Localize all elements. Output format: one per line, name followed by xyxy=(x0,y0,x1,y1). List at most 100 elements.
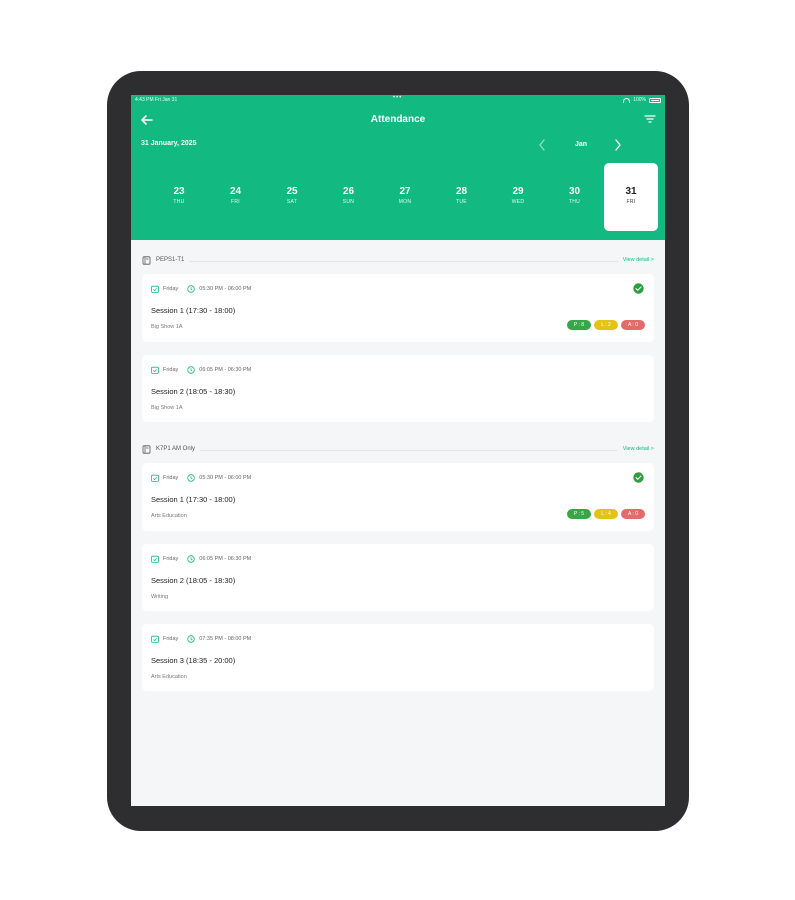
session-time: 05:30 PM - 06:00 PM xyxy=(199,475,252,481)
session-subject: Big Show 1A xyxy=(151,324,183,330)
day-number: 25 xyxy=(286,186,298,197)
session-meta: Friday 05:30 PM - 06:00 PM xyxy=(151,473,251,483)
month-label: Jan xyxy=(574,141,588,148)
status-time: 4:43 PM Fri Jan 31 xyxy=(135,97,178,103)
multitask-dots: ••• xyxy=(393,95,403,101)
session-card[interactable]: Friday 06:05 PM - 06:30 PM Session 2 (18:0… xyxy=(142,355,654,422)
day-24[interactable]: 24 FRI xyxy=(209,163,263,231)
absent-badge: A : 0 xyxy=(621,509,645,519)
present-badge: P : 5 xyxy=(567,509,591,519)
clock-icon xyxy=(187,285,195,293)
absent-badge: A : 0 xyxy=(621,320,645,330)
session-card[interactable]: Friday 06:05 PM - 06:30 PM Session 2 (18:0… xyxy=(142,544,654,611)
date-row: 31 January, 2025 Jan xyxy=(131,137,665,153)
session-title: Session 2 (18:05 - 18:30) xyxy=(151,576,236,585)
day-23[interactable]: 23 THU xyxy=(152,163,206,231)
session-subject: Writing xyxy=(151,594,169,600)
day-number: 30 xyxy=(568,186,581,197)
clock-icon xyxy=(187,474,195,482)
day-number: 26 xyxy=(342,186,355,197)
day-28[interactable]: 28 TUE xyxy=(435,163,489,231)
session-time: 06:05 PM - 06:30 PM xyxy=(199,367,252,373)
session-title: Session 3 (18:35 - 20:00) xyxy=(151,656,236,665)
day-31[interactable]: 31 FRI xyxy=(604,163,658,231)
session-meta: Friday 05:30 PM - 06:00 PM xyxy=(151,284,251,294)
calendar-icon xyxy=(151,474,159,482)
session-title: Session 1 (17:30 - 18:00) xyxy=(151,306,236,315)
attendance-badges: P : 5L : 4A : 0 xyxy=(567,509,645,519)
weekday-label: TUE xyxy=(456,199,467,205)
status-bar: 4:43 PM Fri Jan 31 ••• 100% xyxy=(131,95,665,105)
present-badge: P : 8 xyxy=(567,320,591,330)
session-day: Friday xyxy=(163,556,179,562)
day-25[interactable]: 25 SAT xyxy=(265,163,319,231)
day-strip: 23 THU 24 FRI 25 SAT 26 SUN 27 MON 28 TUE 29 WED 30 THU… xyxy=(152,163,664,231)
session-meta: Friday 06:05 PM - 06:30 PM xyxy=(151,554,251,564)
late-badge: L : 2 xyxy=(594,320,618,330)
clock-icon xyxy=(187,555,195,563)
session-subject: Arts Education xyxy=(151,674,187,680)
view-detail-link[interactable]: View detail > xyxy=(623,446,654,452)
weekday-label: FRI xyxy=(231,199,240,205)
session-meta: Friday 06:05 PM - 06:30 PM xyxy=(151,365,251,375)
attendance-badges: P : 8L : 2A : 0 xyxy=(567,320,645,330)
tablet-frame: 4:43 PM Fri Jan 31 ••• 100% Attendance 3… xyxy=(107,71,689,831)
session-card[interactable]: Friday 05:30 PM - 06:00 PM Session 1 (17:3… xyxy=(142,274,654,342)
session-card[interactable]: Friday 07:35 PM - 08:00 PM Session 3 (18:3… xyxy=(142,624,654,691)
month-navigator: Jan xyxy=(536,137,626,153)
view-detail-link[interactable]: View detail > xyxy=(623,257,654,263)
day-26[interactable]: 26 SUN xyxy=(322,163,376,231)
day-27[interactable]: 27 MON xyxy=(378,163,432,231)
selected-date: 31 January, 2025 xyxy=(141,140,197,147)
weekday-label: FRI xyxy=(626,199,636,205)
weekday-label: SAT xyxy=(286,199,298,205)
session-day: Friday xyxy=(163,367,179,373)
day-number: 27 xyxy=(399,186,411,197)
weekday-label: SUN xyxy=(342,199,355,205)
chevron-left-icon[interactable] xyxy=(536,137,548,153)
day-number: 29 xyxy=(512,186,524,197)
group-header: K7P1 AM Only View detail > xyxy=(142,443,654,457)
battery-icon xyxy=(649,97,661,103)
session-card[interactable]: Friday 05:30 PM - 06:00 PM Session 1 (17:3… xyxy=(142,463,654,531)
session-title: Session 2 (18:05 - 18:30) xyxy=(151,387,236,396)
check-circle-icon xyxy=(633,472,644,483)
filter-icon[interactable] xyxy=(643,112,657,126)
divider xyxy=(189,261,618,262)
day-30[interactable]: 30 THU xyxy=(548,163,602,231)
weekday-label: MON xyxy=(398,199,412,205)
status-indicators: 100% xyxy=(623,97,661,103)
late-badge: L : 4 xyxy=(594,509,618,519)
calendar-icon xyxy=(151,635,159,643)
session-title: Session 1 (17:30 - 18:00) xyxy=(151,495,236,504)
calendar-icon xyxy=(151,366,159,374)
group-name: PEPS1-T1 xyxy=(156,257,185,263)
session-time: 06:05 PM - 06:30 PM xyxy=(199,556,252,562)
battery-percent: 100% xyxy=(633,97,646,103)
session-day: Friday xyxy=(163,286,179,292)
session-subject: Arts Education xyxy=(151,513,187,519)
weekday-label: THU xyxy=(173,199,185,205)
session-time: 07:35 PM - 08:00 PM xyxy=(199,636,252,642)
check-circle-icon xyxy=(633,283,644,294)
weekday-label: WED xyxy=(511,199,525,205)
app-screen: 4:43 PM Fri Jan 31 ••• 100% Attendance 3… xyxy=(131,95,665,806)
group-name: K7P1 AM Only xyxy=(156,446,196,452)
book-icon xyxy=(142,445,151,454)
calendar-icon xyxy=(151,555,159,563)
session-day: Friday xyxy=(163,636,179,642)
session-subject: Big Show 1A xyxy=(151,405,183,411)
divider xyxy=(200,450,618,451)
day-number: 24 xyxy=(229,186,242,197)
clock-icon xyxy=(187,366,195,374)
chevron-right-icon[interactable] xyxy=(612,137,624,153)
nav-bar: Attendance xyxy=(131,111,665,129)
book-icon xyxy=(142,256,151,265)
day-number: 28 xyxy=(455,186,468,197)
attendance-header: 4:43 PM Fri Jan 31 ••• 100% Attendance 3… xyxy=(131,95,665,240)
session-meta: Friday 07:35 PM - 08:00 PM xyxy=(151,634,251,644)
group-header: PEPS1-T1 View detail > xyxy=(142,254,654,268)
day-29[interactable]: 29 WED xyxy=(491,163,545,231)
day-number: 31 xyxy=(625,186,637,197)
clock-icon xyxy=(187,635,195,643)
